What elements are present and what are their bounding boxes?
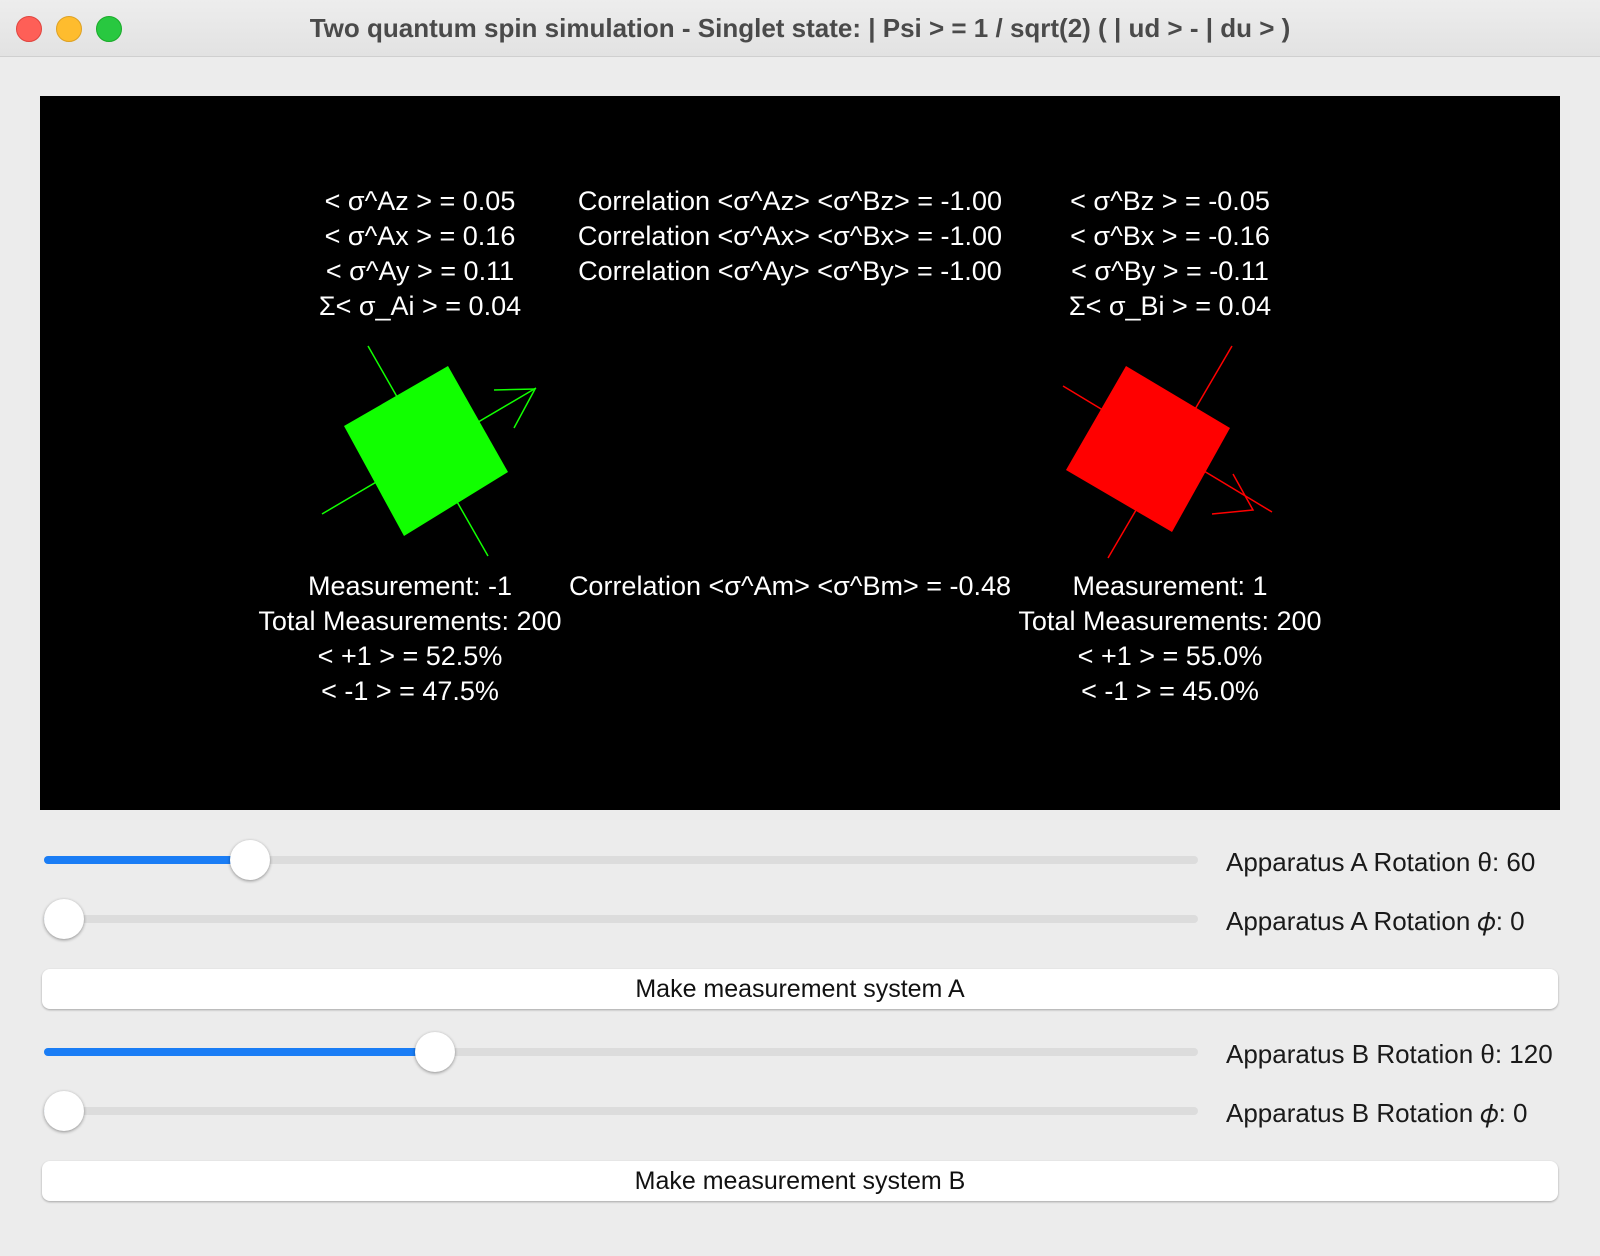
measure-system-b-button[interactable]: Make measurement system B — [42, 1161, 1558, 1201]
slider-thumb[interactable] — [229, 840, 270, 880]
apparatus-b-phi-slider[interactable] — [44, 1091, 1198, 1131]
apparatus-b-phi-label: Apparatus B Rotation 𝜙: 0 — [1226, 1098, 1528, 1128]
slider-thumb[interactable] — [44, 899, 84, 939]
a-measurement: Measurement: -1 — [307, 571, 513, 601]
window-title: Two quantum spin simulation - Singlet st… — [309, 13, 1291, 43]
title-bar: Two quantum spin simulation - Singlet st… — [0, 0, 1600, 57]
slider-fill — [44, 1048, 436, 1056]
apparatus-b-theta-slider[interactable] — [44, 1032, 1198, 1072]
simulation-canvas: < σ^Az > = 0.05 < σ^Ax > = 0.16 < σ^Ay >… — [40, 96, 1560, 810]
apparatus-a-theta-label: Apparatus A Rotation θ: 60 — [1226, 847, 1536, 877]
slider-track — [44, 1107, 1198, 1115]
apparatus-a-phi-slider[interactable] — [44, 899, 1198, 939]
apparatus-a-box — [344, 366, 508, 536]
apparatus-a — [321, 345, 537, 557]
apparatus-b — [1062, 345, 1273, 559]
a-minus-one-percent: < -1 > = 47.5% — [321, 676, 499, 706]
correlation-measurement: Correlation <σ^Am> <σ^Bm> = -0.48 — [568, 571, 1012, 601]
slider-track — [44, 915, 1198, 923]
apparatus-b-theta-label: Apparatus B Rotation θ: 120 — [1226, 1039, 1553, 1069]
apparatus-a-theta-slider[interactable] — [44, 840, 1198, 880]
apparatus-a-phi-label: Apparatus A Rotation 𝜙: 0 — [1226, 906, 1525, 936]
a-plus-one-percent: < +1 > = 52.5% — [317, 641, 503, 671]
b-plus-one-percent: < +1 > = 55.0% — [1077, 641, 1263, 671]
slider-thumb[interactable] — [44, 1091, 84, 1131]
slider-fill — [44, 856, 250, 864]
a-total-measurements: Total Measurements: 200 — [258, 606, 562, 636]
b-minus-one-percent: < -1 > = 45.0% — [1081, 676, 1259, 706]
measure-system-a-button[interactable]: Make measurement system A — [42, 969, 1558, 1009]
slider-thumb[interactable] — [415, 1032, 456, 1072]
b-measurement: Measurement: 1 — [1072, 571, 1268, 601]
b-total-measurements: Total Measurements: 200 — [1018, 606, 1322, 636]
